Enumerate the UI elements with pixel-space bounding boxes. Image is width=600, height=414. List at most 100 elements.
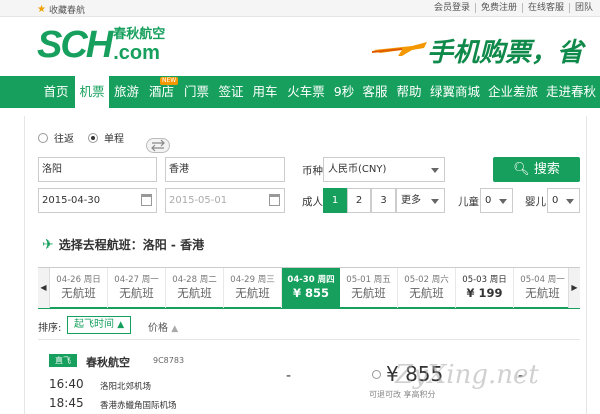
search-button[interactable]: 🔍︎ 搜索 <box>493 157 580 182</box>
date-tab-price: 无航班 <box>235 286 270 300</box>
sort-up-icon: ▲ <box>117 320 125 330</box>
nav-help[interactable]: 帮助 <box>392 76 426 108</box>
logo-mark: SCH <box>37 24 113 66</box>
date-tab-date: 04-26 周日 <box>56 275 101 285</box>
date-tab-date: 05-01 周五 <box>346 275 391 285</box>
currency-label: 币种 <box>302 165 323 177</box>
register-link[interactable]: 免费注册 <box>474 3 522 13</box>
infant-select[interactable]: 0 <box>547 188 580 213</box>
return-date-input[interactable]: 2015-05-01 <box>165 188 285 213</box>
depart-date-input[interactable]: 2015-04-30 <box>38 188 157 213</box>
nav-service[interactable]: 客服 <box>358 76 392 108</box>
banner-slogan: 手机购票，省 <box>427 38 584 68</box>
favorite-link[interactable]: ★ 收藏春航 <box>37 3 85 16</box>
date-tab[interactable]: 05-02 周六 无航班 <box>398 268 456 308</box>
adult-option-1[interactable]: 1 <box>323 188 347 213</box>
date-tab-date: 05-02 周六 <box>404 275 449 285</box>
date-tab[interactable]: 05-04 周一 无航班 <box>514 268 572 308</box>
arr-time: 18:45 <box>49 396 84 410</box>
date-tab-price: 无航班 <box>119 286 154 300</box>
child-value: 0 <box>485 195 492 206</box>
nav-business[interactable]: 企业差旅 <box>484 76 542 108</box>
nav-car[interactable]: 用车 <box>248 76 282 108</box>
adult-more-select[interactable]: 更多 <box>396 188 445 213</box>
nav-travel[interactable]: 旅游 <box>109 76 144 108</box>
login-link[interactable]: 会员登录 <box>429 3 475 13</box>
adult-option-3[interactable]: 3 <box>371 188 396 213</box>
fare-radio[interactable] <box>372 370 381 379</box>
star-icon: ★ <box>37 3 46 15</box>
infant-value: 0 <box>552 195 559 206</box>
nav-mall[interactable]: 绿翼商城 <box>426 76 484 108</box>
adult-label: 成人 <box>302 196 323 208</box>
dep-time: 16:40 <box>49 377 84 391</box>
dep-airport: 洛阳北郊机场 <box>100 382 152 392</box>
adult-more-label: 更多 <box>401 195 421 206</box>
online-service-link[interactable]: 在线客服 <box>521 3 569 13</box>
sort-by-time-button[interactable]: 起飞时间 ▲ <box>67 316 132 334</box>
date-tab-price: ¥ 855 <box>292 286 329 300</box>
one-way-radio[interactable]: 单程 <box>88 130 124 145</box>
nav-flights[interactable]: 机票 <box>75 76 109 108</box>
sort-time-label: 起飞时间 <box>74 319 114 330</box>
date-tab[interactable]: 04-26 周日 无航班 <box>50 268 108 308</box>
depart-date-value: 2015-04-30 <box>42 195 101 206</box>
date-price-strip: ◀ 04-26 周日 无航班 04-27 周一 无航班 04-28 周二 无航班 04-29… <box>38 267 580 309</box>
logo-cn: 春秋航空 <box>113 27 166 42</box>
sort-by-price-button[interactable]: 价格 ▲ <box>148 319 178 334</box>
date-tab[interactable]: 04-29 周三 无航班 <box>224 268 282 308</box>
date-tab-date: 05-03 周日 <box>462 275 507 285</box>
content-right-border <box>586 116 587 414</box>
main-nav: 首页 机票 旅游 酒店 NEW 门票 签证 用车 火车票 9秒 客服 帮助 绿翼… <box>0 76 600 108</box>
group-link[interactable]: 团队 <box>568 3 598 13</box>
date-tab[interactable]: 05-01 周五 无航班 <box>340 268 398 308</box>
watermark: ZyXing.net <box>395 360 539 390</box>
fare-note: 可退可改 享高积分 <box>369 390 436 399</box>
sort-price-label: 价格 <box>148 323 168 334</box>
date-tab-price: 无航班 <box>177 286 212 300</box>
prev-week-arrow-icon[interactable]: ◀ <box>38 268 50 308</box>
site-header: SCH 春秋航空 .com 手机购票，省 <box>0 18 600 76</box>
nav-train[interactable]: 火车票 <box>282 76 330 108</box>
sort-up-icon: ▲ <box>171 324 179 334</box>
nav-visa[interactable]: 签证 <box>214 76 248 108</box>
date-tab-date: 04-29 周三 <box>230 275 275 285</box>
adult-option-2[interactable]: 2 <box>347 188 371 213</box>
from-city-input[interactable]: 洛阳 <box>38 157 157 182</box>
calendar-icon <box>141 194 152 206</box>
currency-value: 人民币(CNY) <box>328 164 387 175</box>
airplane-icon <box>372 42 427 56</box>
currency-select[interactable]: 人民币(CNY) <box>323 157 445 182</box>
to-city-input[interactable]: 香港 <box>165 157 285 182</box>
logo-domain: .com <box>113 42 160 64</box>
date-tab[interactable]: 04-30 周四 ¥ 855 <box>282 268 340 308</box>
sort-label: 排序: <box>38 323 62 334</box>
empty-fare-dash: - <box>286 368 292 384</box>
round-trip-label: 往返 <box>54 134 74 145</box>
date-tab[interactable]: 04-28 周二 无航班 <box>166 268 224 308</box>
flight-number: 9C8783 <box>153 356 185 365</box>
search-button-label: 搜索 <box>533 162 560 177</box>
calendar-icon <box>269 194 280 206</box>
promo-banner[interactable]: 手机购票，省 <box>372 20 600 76</box>
nav-about[interactable]: 走进春秋 <box>542 76 600 108</box>
date-tab[interactable]: 05-03 周日 ¥ 199 <box>456 268 514 308</box>
infant-label: 婴儿 <box>525 196 546 208</box>
search-icon: 🔍︎ <box>513 162 530 177</box>
swap-cities-button[interactable] <box>146 138 170 153</box>
date-tab-date: 04-28 周二 <box>172 275 217 285</box>
top-utility-bar: ★ 收藏春航 会员登录 免费注册 在线客服 团队 <box>0 0 600 17</box>
round-trip-radio[interactable]: 往返 <box>38 130 74 145</box>
date-tab[interactable]: 04-27 周一 无航班 <box>108 268 166 308</box>
one-way-label: 单程 <box>104 134 124 145</box>
next-week-arrow-icon[interactable]: ▶ <box>568 268 580 308</box>
site-logo[interactable]: SCH 春秋航空 .com <box>37 26 165 64</box>
date-tab-date: 04-30 周四 <box>287 275 335 285</box>
return-date-value: 2015-05-01 <box>169 195 228 206</box>
chevron-down-icon <box>431 168 439 173</box>
date-tab-price: 无航班 <box>409 286 444 300</box>
child-select[interactable]: 0 <box>480 188 513 213</box>
nav-9sec[interactable]: 9秒 <box>330 76 358 108</box>
nav-home[interactable]: 首页 <box>37 76 75 108</box>
nav-tickets[interactable]: 门票 <box>179 76 214 108</box>
